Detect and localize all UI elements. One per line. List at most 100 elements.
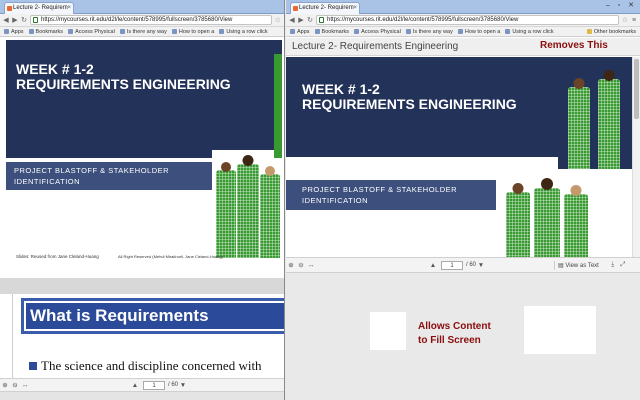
stakeholders-image-top [274,54,282,158]
download-icon[interactable]: ⤓ [608,261,618,269]
bookmark-item[interactable]: How to open a [171,28,214,35]
bookmark-item[interactable]: Using a row click [505,28,554,35]
page-number-input[interactable]: 1 [143,380,165,390]
browser-tab[interactable]: Lecture 2- Requirem × [4,2,74,14]
bookmark-item[interactable]: Apps [290,28,310,35]
removes-this-label: Removes This [540,40,608,51]
slide-subtitle: PROJECT BLASTOFF & STAKEHOLDER IDENTIFIC… [6,162,216,190]
page-up-icon[interactable]: ▲ [130,382,140,389]
bookmark-icon [457,28,463,34]
forward-icon[interactable]: ▶ [12,16,18,24]
bookmark-icon [405,28,411,34]
bookmark-item[interactable]: Using a row click [219,28,268,35]
zoom-out-icon[interactable]: ⊖ [296,261,306,269]
slide-title: WEEK # 1-2 REQUIREMENTS ENGINEERING [16,61,231,92]
zoom-in-icon[interactable]: ⊕ [286,261,296,269]
back-icon[interactable]: ◀ [289,16,295,24]
tab-strip: Lecture 2- Requirem × [0,0,284,14]
page-gap [0,278,284,294]
reload-icon[interactable]: ↻ [21,16,27,24]
slide-2-heading: What is Requirements [26,303,284,329]
bookmark-icon [68,28,74,34]
close-tab-icon[interactable]: × [67,3,71,14]
slide-2-heading-frame: What is Requirements [21,298,284,334]
viewer-toolbar: ⊕ ⊖ ↔ ▲ 1 / 60 ▼ [0,378,284,392]
close-tab-icon[interactable]: × [353,3,357,14]
bookmarks-bar: Apps Bookmarks Access Physical Is there … [286,27,640,37]
page-number-input[interactable]: 1 [441,260,463,270]
menu-icon[interactable]: ≡ [631,17,637,24]
favicon-icon [7,6,12,11]
right-browser-window: Lecture 2- Requirem × ‒ ▫ ✕ ◀ ▶ ↻ https:… [286,0,640,400]
white-placeholder-right [524,306,596,354]
slide-title: WEEK # 1-2 REQUIREMENTS ENGINEERING [302,81,517,112]
window-controls[interactable]: ‒ ▫ ✕ [606,1,637,9]
stakeholders-image-top [558,69,632,169]
status-bar [0,392,284,400]
zoom-out-icon[interactable]: ⊖ [10,381,20,389]
bookmark-item[interactable]: Is there any way [405,28,453,35]
slide-footer-left: Slides: Reused from Jane Cleland-Huang [16,254,99,259]
bookmark-item[interactable]: How to open a [457,28,500,35]
bookmark-icon [171,28,177,34]
bookmark-item[interactable]: Bookmarks [28,28,63,35]
bookmark-icon [314,28,320,34]
apps-icon [4,28,9,34]
fit-width-icon[interactable]: ↔ [306,262,316,269]
fit-width-icon[interactable]: ↔ [20,382,30,389]
page-down-icon[interactable]: ▼ [476,262,486,269]
view-as-text-button[interactable]: ▤ View as Text [554,260,602,270]
url-text: https://mycourses.rit.edu/d2l/le/content… [327,17,519,23]
zoom-in-icon[interactable]: ⊕ [0,381,10,389]
tab-title: Lecture 2- Requirem [299,5,354,11]
slide-2-bullet: The science and discipline concerned wit… [41,358,262,373]
browser-tab[interactable]: Lecture 2- Requirem × [290,2,360,14]
star-icon[interactable]: ☆ [275,16,281,24]
bookmark-item[interactable]: Bookmarks [314,28,349,35]
bookmark-icon [505,28,511,34]
bookmark-icon [119,28,125,34]
folder-icon [586,28,592,34]
slide-2: What is Requirements The science and dis… [12,294,284,378]
bookmark-item[interactable]: Is there any way [119,28,167,35]
page-down-icon[interactable]: ▼ [178,382,188,389]
scrollbar[interactable] [632,57,640,257]
back-icon[interactable]: ◀ [3,16,9,24]
left-browser-window: Lecture 2- Requirem × ◀ ▶ ↻ https://myco… [0,0,285,400]
apps-icon [290,28,295,34]
page-total: / 60 [168,382,179,388]
scrollbar-thumb[interactable] [634,59,639,119]
slide-subtitle: PROJECT BLASTOFF & STAKEHOLDER IDENTIFIC… [286,180,496,210]
favicon-icon [293,6,298,11]
star-icon[interactable]: ☆ [622,16,628,24]
doc-title: Lecture 2- Requirements Engineering [292,41,459,52]
other-bookmarks[interactable]: Other bookmarks [586,28,636,35]
lock-icon [33,17,38,23]
tab-strip: Lecture 2- Requirem × ‒ ▫ ✕ [286,0,640,14]
text-doc-icon: ▤ [558,262,564,269]
forward-icon[interactable]: ▶ [298,16,304,24]
reload-icon[interactable]: ↻ [307,16,313,24]
address-bar-row: ◀ ▶ ↻ https://mycourses.rit.edu/d2l/le/c… [286,14,640,27]
lock-icon [319,17,324,23]
bookmark-item[interactable]: Apps [4,28,24,35]
slide-1: WEEK # 1-2 REQUIREMENTS ENGINEERING PROJ… [286,57,632,257]
bookmarks-bar: Apps Bookmarks Access Physical Is there … [0,27,284,37]
stakeholders-image [212,150,282,258]
bookmark-item[interactable]: Access Physical [68,28,115,35]
slide-1: WEEK # 1-2 REQUIREMENTS ENGINEERING PROJ… [6,40,282,278]
bookmark-icon [354,28,360,34]
title-band [6,40,282,158]
bookmark-item[interactable]: Access Physical [354,28,401,35]
url-text: https://mycourses.rit.edu/d2l/le/content… [41,17,233,23]
white-placeholder-left [370,312,406,350]
stakeholders-image [496,170,596,257]
url-field[interactable]: https://mycourses.rit.edu/d2l/le/content… [30,15,272,25]
address-bar-row: ◀ ▶ ↻ https://mycourses.rit.edu/d2l/le/c… [0,14,284,27]
url-field[interactable]: https://mycourses.rit.edu/d2l/le/content… [316,15,619,25]
viewer-toolbar: ⊕ ⊖ ↔ ▲ 1 / 60 ▼ ▤ View as Text ⤓ ⤢ [286,257,640,273]
fullscreen-icon[interactable]: ⤢ [618,261,628,269]
bookmark-icon [219,28,225,34]
slide-footer-right: All Right Reserved (Mehdi Mirakhorli, Ja… [118,254,223,259]
page-up-icon[interactable]: ▲ [428,262,438,269]
